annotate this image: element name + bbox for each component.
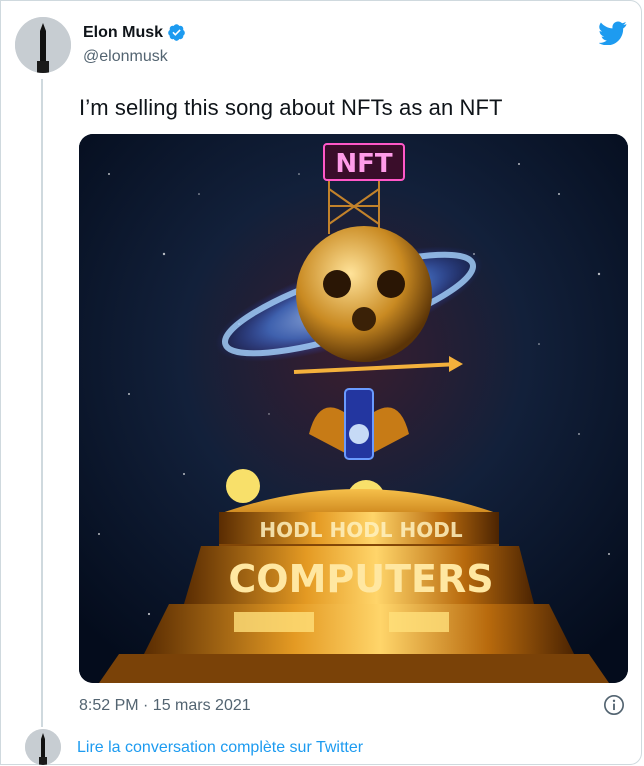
footer-avatar[interactable] (25, 729, 61, 765)
tweet-text: I’m selling this song about NFTs as an N… (79, 95, 503, 120)
read-conversation-link[interactable]: Lire la conversation complète sur Twitte… (77, 739, 363, 757)
tweet-media-video[interactable]: NFT HODL HODL HODL COMPUTERS (79, 134, 628, 683)
author-name[interactable]: Elon Musk (83, 24, 163, 42)
neon-sign-text: NFT (335, 149, 393, 179)
verified-badge-icon (168, 24, 185, 41)
author-handle[interactable]: @elonmusk (83, 48, 168, 66)
tweet-timestamp[interactable]: 8:52 PM · 15 mars 2021 (79, 697, 251, 715)
twitter-bird-icon[interactable] (599, 21, 627, 45)
base-text: COMPUTERS (228, 557, 493, 601)
author-name-row[interactable]: Elon Musk (83, 23, 186, 42)
tweet-card: Elon Musk @elonmusk I’m selling this son… (0, 0, 642, 765)
band-text: HODL HODL HODL (259, 518, 462, 542)
author-avatar[interactable] (15, 17, 71, 73)
thread-line (41, 79, 43, 727)
info-icon[interactable] (603, 694, 625, 716)
